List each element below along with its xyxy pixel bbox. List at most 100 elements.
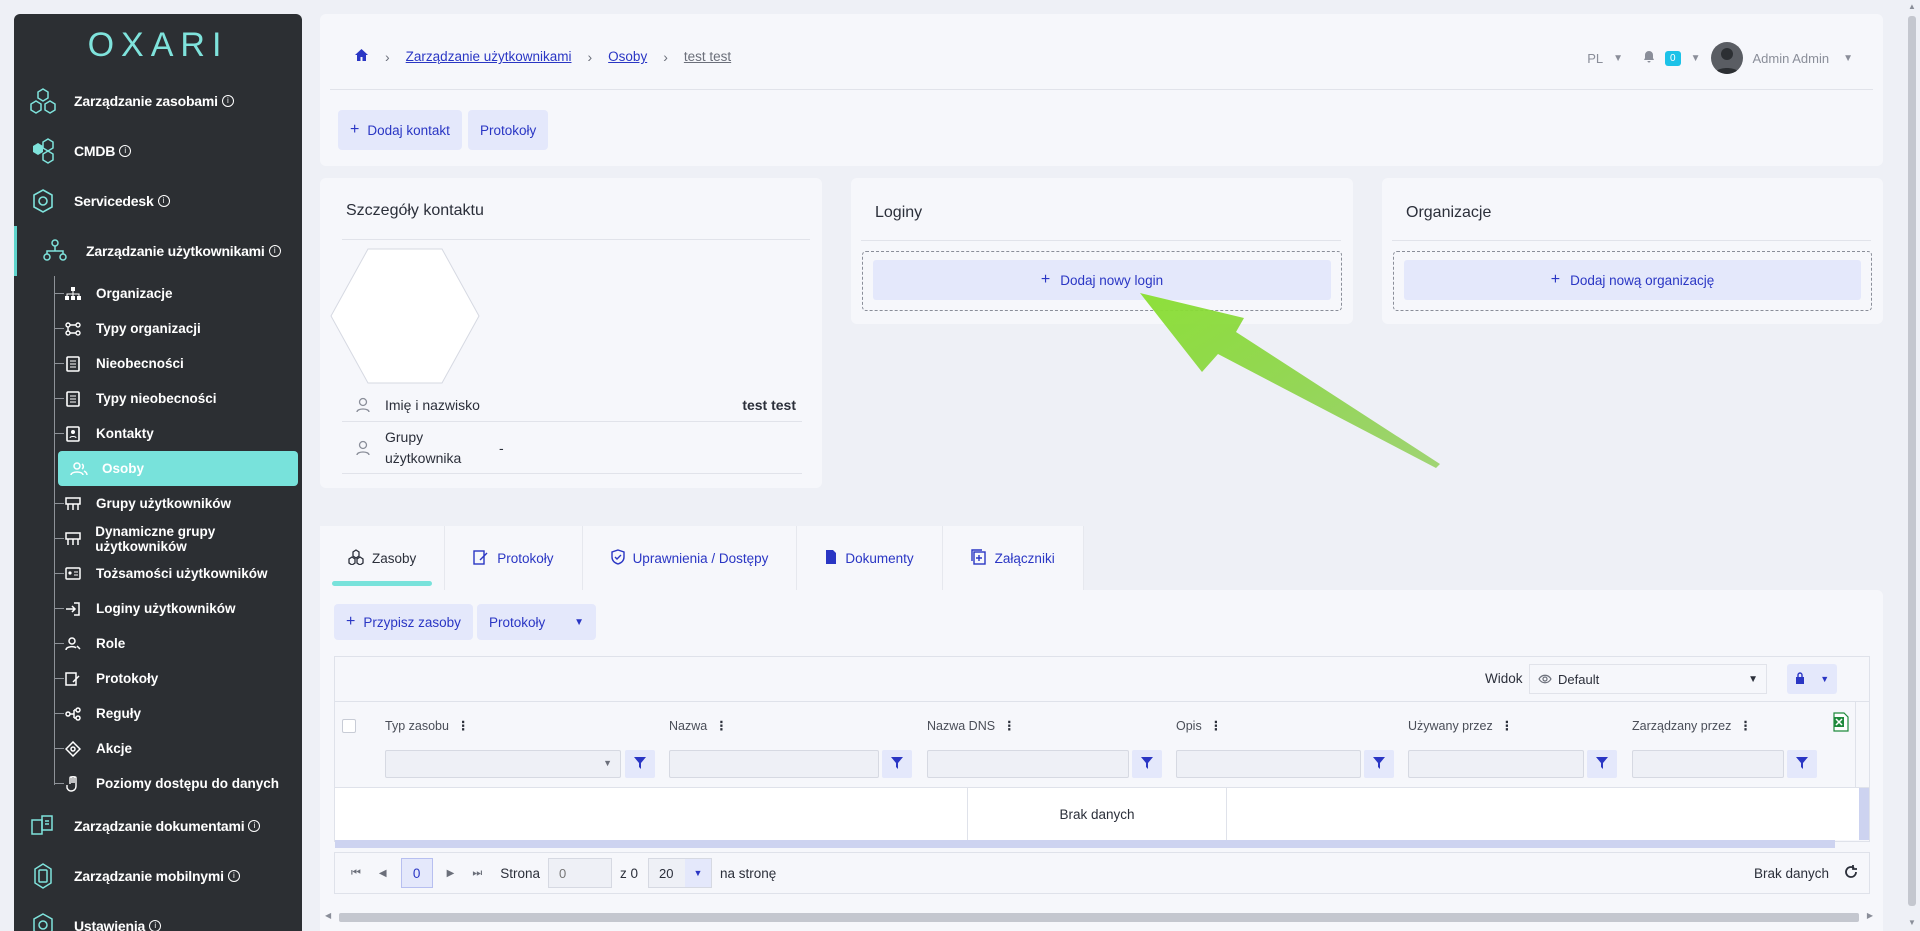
vertical-scrollbar[interactable] (1859, 788, 1869, 840)
sidebar-item-kontakty[interactable]: Kontakty (44, 416, 302, 451)
filter-button[interactable] (882, 750, 912, 778)
sidebar: OXARI Zarządzanie zasobami i CMDB i Serv… (14, 14, 302, 931)
tab-dokumenty[interactable]: Dokumenty (797, 526, 943, 590)
breadcrumb-user-management[interactable]: Zarządzanie użytkownikami (406, 49, 572, 64)
column-header-uzywany-przez[interactable]: Używany przez ⋮ (1408, 718, 1513, 733)
tab-zasoby[interactable]: Zasoby (320, 526, 446, 590)
protocols-dropdown[interactable]: Protokoły ▼ (477, 604, 596, 640)
lock-dropdown-button[interactable]: ▼ (1787, 664, 1837, 694)
column-header-nazwa-dns[interactable]: Nazwa DNS ⋮ (927, 718, 1016, 733)
scroll-up-icon[interactable]: ▲ (1908, 2, 1916, 11)
divider (342, 421, 802, 422)
sidebar-item-typy-nieobecnosci[interactable]: Typy nieobecności (44, 381, 302, 416)
next-page-icon[interactable]: ▶ (447, 868, 455, 879)
chevron-down-icon[interactable]: ▼ (1843, 53, 1853, 64)
column-header-zarzadzany-przez[interactable]: Zarządzany przez ⋮ (1632, 718, 1752, 733)
user-name[interactable]: Admin Admin (1753, 51, 1830, 66)
column-menu-icon[interactable]: ⋮ (1739, 718, 1751, 733)
nav-settings[interactable]: Ustawienia i (14, 901, 302, 931)
sidebar-item-poziomy-dostepu[interactable]: Poziomy dostępu do danych (44, 766, 302, 801)
excel-export-icon[interactable] (1833, 712, 1849, 735)
sidebar-item-grupy-uzytkownikow[interactable]: Grupy użytkowników (44, 486, 302, 521)
tab-zalaczniki[interactable]: Załączniki (942, 526, 1084, 590)
nav-label: Zarządzanie dokumentami (74, 818, 245, 834)
scroll-down-icon[interactable]: ▼ (1908, 918, 1916, 927)
first-page-icon[interactable]: ⏮ (351, 867, 361, 880)
chevron-down-icon[interactable]: ▼ (1691, 53, 1701, 64)
hexagons-icon (26, 86, 60, 116)
page-horizontal-scrollbar[interactable]: ◀ ▶ (325, 911, 1873, 923)
scroll-right-icon[interactable]: ▶ (1867, 911, 1873, 920)
avatar[interactable] (1710, 42, 1743, 74)
filter-button[interactable] (1364, 750, 1394, 778)
refresh-icon[interactable] (1843, 864, 1859, 883)
add-organization-button[interactable]: + Dodaj nową organizację (1404, 260, 1861, 300)
sidebar-item-dynamiczne-grupy[interactable]: Dynamiczne grupy użytkowników (44, 521, 302, 556)
nav-asset-management[interactable]: Zarządzanie zasobami i (14, 76, 302, 126)
sidebar-item-protokoly[interactable]: Protokoły (44, 661, 302, 696)
tab-uprawnienia[interactable]: Uprawnienia / Dostępy (582, 526, 798, 590)
document-icon (825, 549, 837, 568)
filter-nazwa-input[interactable] (669, 750, 879, 778)
settings-icon (26, 911, 60, 931)
column-menu-icon[interactable]: ⋮ (1501, 718, 1513, 733)
nav-mobile-management[interactable]: Zarządzanie mobilnymi i (14, 851, 302, 901)
column-header-nazwa[interactable]: Nazwa ⋮ (669, 718, 728, 733)
filter-button[interactable] (1787, 750, 1817, 778)
filter-opis-input[interactable] (1176, 750, 1361, 778)
select-all-checkbox[interactable] (342, 719, 356, 733)
sidebar-item-akcje[interactable]: Akcje (44, 731, 302, 766)
view-select[interactable]: Default ▼ (1529, 664, 1767, 694)
nav-label: Zarządzanie użytkownikami (86, 243, 265, 259)
column-menu-icon[interactable]: ⋮ (1210, 718, 1222, 733)
nav-user-management[interactable]: Zarządzanie użytkownikami i (14, 226, 302, 276)
breadcrumb-persons[interactable]: Osoby (608, 49, 647, 64)
sidebar-item-role[interactable]: Role (44, 626, 302, 661)
notification-count[interactable]: 0 (1665, 50, 1681, 66)
chevron-down-icon[interactable]: ▼ (1613, 53, 1623, 64)
filter-uzywany-przez-input[interactable] (1408, 750, 1584, 778)
prev-page-icon[interactable]: ◀ (379, 868, 387, 879)
current-page-button[interactable]: 0 (400, 858, 433, 888)
column-menu-icon[interactable]: ⋮ (1003, 718, 1015, 733)
nav-servicedesk[interactable]: Servicedesk i (14, 176, 302, 226)
column-menu-icon[interactable]: ⋮ (457, 718, 469, 733)
column-menu-icon[interactable]: ⋮ (715, 718, 727, 733)
scroll-left-icon[interactable]: ◀ (325, 911, 331, 920)
org-types-icon (64, 321, 82, 337)
sidebar-item-nieobecnosci[interactable]: Nieobecności (44, 346, 302, 381)
filter-typ-zasobu-select[interactable]: ▼ (385, 750, 621, 778)
language-selector[interactable]: PL (1587, 51, 1603, 66)
tab-protokoly[interactable]: Protokoły (445, 526, 583, 590)
home-icon[interactable] (354, 48, 369, 65)
nav-cmdb[interactable]: CMDB i (14, 126, 302, 176)
assign-resources-button[interactable]: + Przypisz zasoby (334, 604, 473, 640)
last-page-icon[interactable]: ⏭ (472, 867, 482, 880)
filter-button[interactable] (1132, 750, 1162, 778)
person-icon (356, 397, 370, 416)
bell-icon[interactable] (1643, 50, 1655, 66)
column-header-typ-zasobu[interactable]: Typ zasobu ⋮ (385, 718, 469, 733)
sidebar-item-typy-organizacji[interactable]: Typy organizacji (44, 311, 302, 346)
column-header-opis[interactable]: Opis ⋮ (1176, 718, 1222, 733)
page-vertical-scrollbar[interactable]: ▲ ▼ (1904, 0, 1920, 931)
sidebar-item-reguly[interactable]: Reguły (44, 696, 302, 731)
scroll-thumb[interactable] (339, 913, 1859, 922)
sidebar-item-loginy[interactable]: Loginy użytkowników (44, 591, 302, 626)
page-size-select[interactable]: 20 ▼ (648, 858, 713, 888)
filter-nazwa-dns-input[interactable] (927, 750, 1129, 778)
scroll-thumb[interactable] (1908, 16, 1916, 906)
filter-button[interactable] (625, 750, 655, 778)
protocols-button[interactable]: Protokoły (468, 110, 549, 150)
chevron-right-icon: › (663, 48, 668, 65)
nav-document-management[interactable]: Zarządzanie dokumentami i (14, 801, 302, 851)
horizontal-scrollbar[interactable] (335, 840, 1835, 848)
filter-button[interactable] (1587, 750, 1617, 778)
filter-zarzadzany-przez-input[interactable] (1632, 750, 1784, 778)
sidebar-item-osoby[interactable]: Osoby (58, 451, 298, 486)
page-number-input[interactable] (548, 858, 612, 888)
add-contact-button[interactable]: + Dodaj kontakt (338, 110, 462, 150)
sidebar-item-organizacje[interactable]: Organizacje (44, 276, 302, 311)
oxari-logo[interactable]: OXARI (14, 14, 302, 76)
sidebar-item-tozsamosci[interactable]: Tożsamości użytkowników (44, 556, 302, 591)
